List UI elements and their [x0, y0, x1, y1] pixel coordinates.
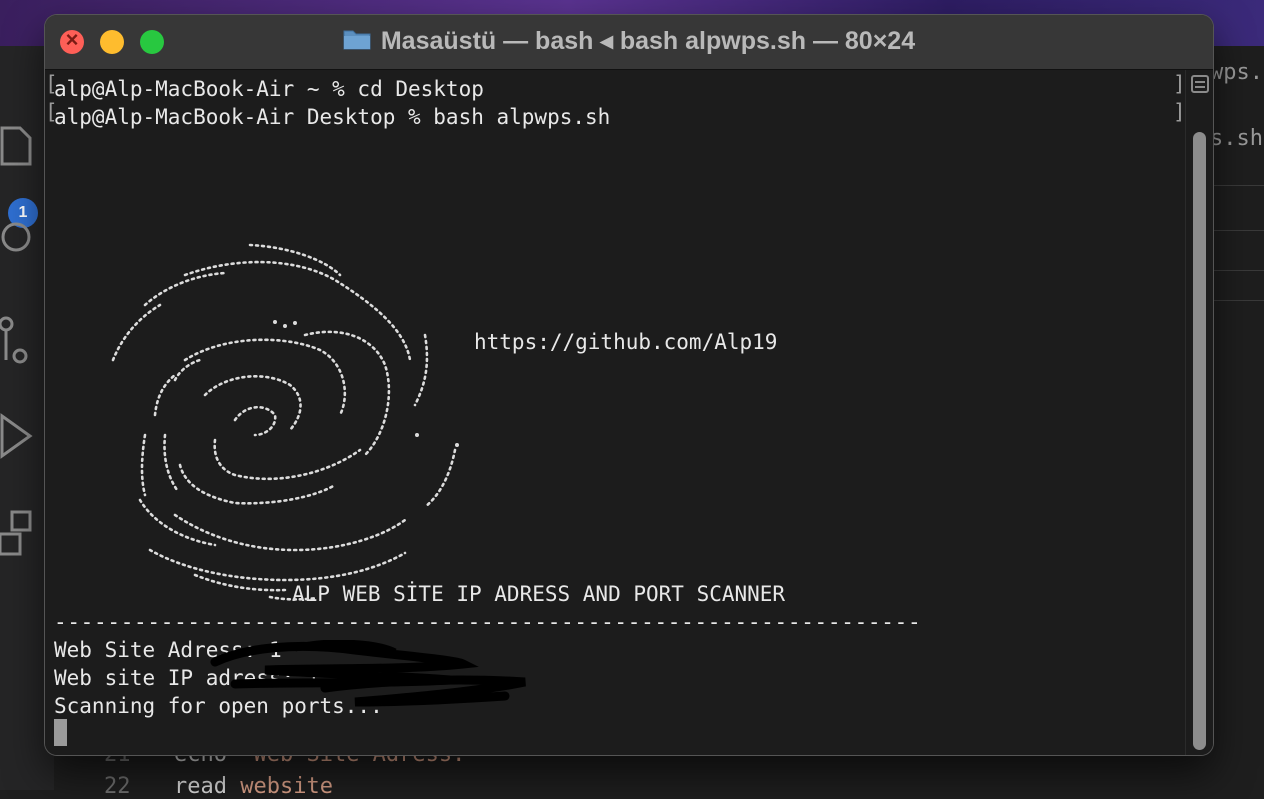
background-divider — [1214, 300, 1264, 301]
scrollbar[interactable] — [1185, 70, 1213, 755]
background-divider — [1214, 270, 1264, 271]
text-cursor — [54, 719, 67, 746]
terminal-window: Masaüstü — bash ◂ bash alpwps.sh — 80×24… — [45, 15, 1213, 755]
extensions-icon[interactable] — [0, 506, 40, 572]
command-line: alp@Alp-MacBook-Air Desktop % bash alpwp… — [54, 105, 611, 129]
background-divider — [1214, 185, 1264, 186]
redaction-scribble — [210, 640, 526, 707]
mark-bracket: ] — [1173, 100, 1186, 124]
folder-icon — [343, 28, 371, 50]
scrollbar-thumb[interactable] — [1193, 132, 1206, 750]
search-icon[interactable] — [0, 221, 40, 267]
title-bar[interactable]: Masaüstü — bash ◂ bash alpwps.sh — 80×24 — [45, 15, 1213, 70]
window-title-text: Masaüstü — bash ◂ bash alpwps.sh — 80×24 — [380, 27, 916, 55]
background-code-line: 22 read website — [104, 774, 333, 799]
terminal-content[interactable]: [ ] alp@Alp-MacBook-Air ~ % cd Desktop [… — [45, 70, 1186, 755]
explorer-icon[interactable] — [0, 124, 32, 174]
command-line: alp@Alp-MacBook-Air ~ % cd Desktop — [54, 77, 484, 101]
background-divider — [1214, 230, 1264, 231]
window-title: Masaüstü — bash ◂ bash alpwps.sh — 80×24 — [45, 26, 1213, 56]
background-tab-label[interactable]: wps.s — [1210, 60, 1264, 85]
run-debug-icon[interactable] — [0, 406, 40, 472]
source-control-icon[interactable] — [0, 316, 40, 382]
github-link: https://github.com/Alp19 — [474, 330, 778, 354]
ascii-art-logo — [111, 243, 459, 601]
mark-bracket: ] — [1173, 72, 1186, 96]
split-pane-icon[interactable] — [1191, 75, 1209, 93]
separator-line: ----------------------------------------… — [54, 610, 922, 634]
background-editor-title: s.sh — [1210, 126, 1263, 151]
